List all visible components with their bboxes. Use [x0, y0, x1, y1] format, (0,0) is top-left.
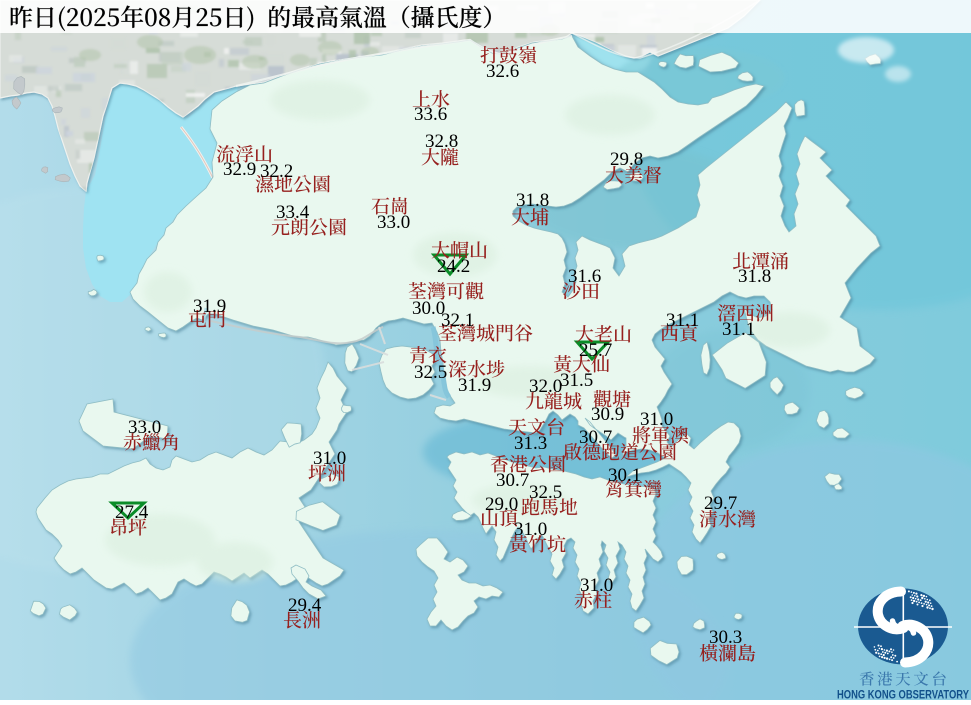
svg-text:29.8: 29.8: [610, 149, 643, 170]
svg-text:HONG KONG OBSERVATORY: HONG KONG OBSERVATORY: [837, 690, 969, 701]
svg-text:29.0: 29.0: [485, 494, 518, 515]
svg-text:31.8: 31.8: [738, 266, 771, 287]
svg-text:31.0: 31.0: [640, 409, 673, 430]
svg-text:31.1: 31.1: [666, 310, 699, 331]
svg-text:32.5: 32.5: [414, 362, 447, 383]
svg-text:32.8: 32.8: [425, 131, 458, 152]
svg-text:30.1: 30.1: [608, 465, 641, 486]
svg-text:25.7: 25.7: [579, 340, 612, 361]
svg-text:27.4: 27.4: [115, 502, 149, 523]
svg-text:24.2: 24.2: [437, 256, 470, 277]
svg-text:33.0: 33.0: [377, 212, 410, 233]
svg-text:31.9: 31.9: [193, 296, 226, 317]
svg-text:29.7: 29.7: [704, 493, 737, 514]
svg-text:30.3: 30.3: [709, 627, 742, 648]
svg-text:32.5: 32.5: [529, 482, 562, 503]
svg-text:31.5: 31.5: [560, 370, 593, 391]
svg-text:32.0: 32.0: [529, 376, 562, 397]
svg-text:31.0: 31.0: [580, 575, 613, 596]
svg-text:32.2: 32.2: [260, 161, 293, 182]
svg-text:32.1: 32.1: [441, 310, 474, 331]
svg-text:29.4: 29.4: [288, 595, 322, 616]
svg-text:31.6: 31.6: [568, 266, 601, 287]
svg-text:32.9: 32.9: [223, 159, 256, 180]
svg-text:30.7: 30.7: [496, 470, 529, 491]
svg-text:33.4: 33.4: [276, 202, 310, 223]
svg-text:33.0: 33.0: [128, 417, 161, 438]
svg-text:31.8: 31.8: [516, 190, 549, 211]
svg-text:33.6: 33.6: [414, 104, 447, 125]
svg-text:30.7: 30.7: [579, 427, 612, 448]
svg-text:31.1: 31.1: [722, 319, 755, 340]
svg-text:31.0: 31.0: [514, 519, 547, 540]
svg-text:32.6: 32.6: [486, 61, 519, 82]
svg-text:31.3: 31.3: [514, 433, 547, 454]
svg-text:30.9: 30.9: [591, 404, 624, 425]
svg-text:31.9: 31.9: [458, 375, 491, 396]
svg-text:31.0: 31.0: [313, 448, 346, 469]
